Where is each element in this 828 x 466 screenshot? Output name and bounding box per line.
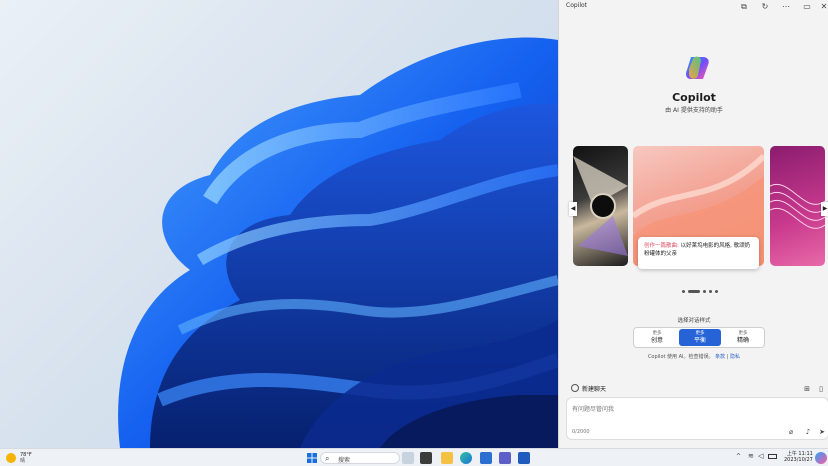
style-label-creative: 创意 (650, 337, 663, 344)
edge-icon[interactable] (460, 452, 472, 464)
teams-icon[interactable] (499, 452, 511, 464)
carousel-dot[interactable] (709, 290, 712, 293)
style-balanced-button[interactable]: 更多 平衡 (679, 329, 721, 346)
notice-text: Copilot 使用 AI。检查错误。 (647, 354, 714, 360)
sun-icon (6, 453, 16, 463)
search-icon: ⌕ (325, 454, 330, 463)
char-counter: 0/2000 (572, 429, 590, 435)
chat-input[interactable] (572, 404, 772, 414)
style-label-balanced: 平衡 (693, 337, 706, 344)
style-precise-button[interactable]: 更多 精确 (722, 329, 764, 346)
search-label: 搜索 (338, 457, 351, 464)
window-title: Copilot (566, 2, 588, 9)
word-icon[interactable] (518, 452, 530, 464)
conversation-style-group: 更多 创意 更多 平衡 更多 精确 (633, 327, 765, 348)
copilot-panel: Copilot ⧉ ↻ ⋯ ▭ ✕ Copilot 由 AI 提供支持的助手 创… (558, 0, 828, 448)
carousel-dot[interactable] (715, 290, 718, 293)
mobile-icon[interactable]: ▯ (817, 385, 825, 393)
store-icon[interactable] (480, 452, 492, 464)
copilot-icon[interactable] (815, 452, 827, 464)
style-label: 选择对话样式 (677, 318, 711, 324)
carousel-dot[interactable] (703, 290, 706, 293)
carousel-card-wave[interactable] (770, 146, 825, 266)
attach-icon[interactable]: ⌀ (787, 428, 795, 436)
terms-link[interactable]: 条款 (715, 354, 725, 360)
carousel-next-icon[interactable]: ▶ (821, 202, 828, 216)
close-icon[interactable]: ✕ (819, 2, 828, 12)
ai-notice: Copilot 使用 AI。检查错误。 条款 | 隐私 (559, 353, 828, 360)
clock-date: 2023/10/27 (784, 457, 813, 463)
carousel-dot[interactable] (682, 290, 685, 293)
chat-input-box: 0/2000 ⌀ ♪ ➤ (566, 397, 828, 440)
more-options-icon[interactable]: ⋯ (781, 2, 791, 12)
open-in-new-icon[interactable]: ⧉ (739, 2, 749, 12)
caption-highlight: 创作一篇散曲: (644, 243, 679, 249)
widgets-icon[interactable] (420, 452, 432, 464)
battery-icon[interactable] (768, 454, 777, 459)
refresh-icon[interactable]: ↻ (760, 2, 770, 12)
wifi-icon[interactable]: ≋ (748, 452, 754, 460)
plugins-icon[interactable]: ⊞ (803, 385, 811, 393)
style-label-precise: 精确 (736, 337, 749, 344)
privacy-link[interactable]: 隐私 (730, 354, 740, 360)
taskview-icon[interactable] (402, 452, 414, 464)
explorer-icon[interactable] (441, 452, 453, 464)
microphone-icon[interactable]: ♪ (804, 428, 812, 436)
taskbar-search[interactable]: ⌕ 搜索 (320, 452, 400, 464)
carousel-caption[interactable]: 创作一篇散曲: 以好莱坞电影的风格, 歌颂奶粉罐体的父亲 (638, 237, 759, 269)
volume-icon[interactable]: ◁ (758, 452, 763, 460)
carousel-prev-icon[interactable]: ◀ (569, 202, 577, 216)
copilot-tagline: 由 AI 提供支持的助手 (665, 107, 723, 114)
style-creative-button[interactable]: 更多 创意 (636, 329, 678, 346)
taskbar: 78°F 晴 ⌕ 搜索 ^ ≋ ◁ 上午 11:11 2023/10/27 (0, 448, 828, 466)
clock[interactable]: 上午 11:11 2023/10/27 (784, 451, 813, 463)
carousel-dot-active[interactable] (688, 290, 700, 293)
copilot-brand: Copilot (672, 91, 716, 104)
carousel-card-art[interactable] (573, 146, 628, 266)
copilot-logo (686, 56, 709, 79)
new-chat-label: 新建聊天 (582, 386, 607, 393)
send-icon[interactable]: ➤ (818, 428, 826, 436)
desktop-wallpaper (0, 0, 558, 448)
windows-start-icon[interactable] (306, 452, 318, 464)
new-chat-icon (571, 384, 579, 392)
tray-overflow-icon[interactable]: ^ (736, 453, 741, 460)
bloom-wallpaper-graphic (118, 37, 558, 448)
maximize-icon[interactable]: ▭ (802, 2, 812, 12)
weather-desc: 晴 (20, 458, 26, 464)
notice-separator: | (726, 354, 729, 360)
copilot-titlebar: Copilot ⧉ ↻ ⋯ ▭ ✕ (559, 0, 828, 14)
